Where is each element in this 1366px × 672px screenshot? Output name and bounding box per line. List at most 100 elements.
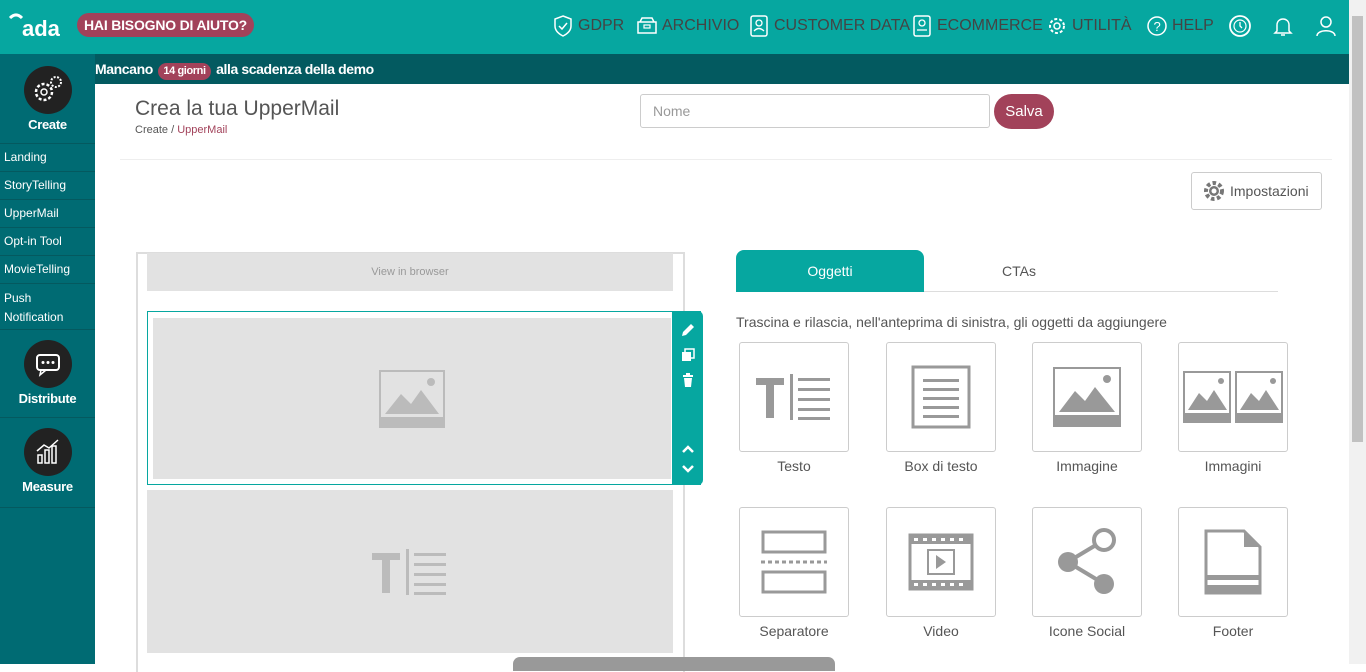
breadcrumb-root[interactable]: Create	[135, 124, 168, 136]
text-icon	[756, 374, 830, 420]
text-block[interactable]	[147, 490, 673, 653]
trash-icon[interactable]	[680, 372, 696, 388]
sidebar-create[interactable]: Create	[0, 54, 95, 143]
bottom-overlay-bar	[513, 657, 835, 671]
settings-label: Impostazioni	[1230, 183, 1309, 199]
sidebar-item-uppermail[interactable]: UpperMail	[0, 199, 95, 227]
sidebar-distribute[interactable]: Distribute	[0, 330, 95, 418]
gear-icon	[1204, 181, 1224, 201]
chat-icon	[35, 354, 60, 377]
video-icon	[908, 533, 974, 591]
object-icone-social[interactable]	[1032, 507, 1142, 617]
nav-help-label: HELP	[1172, 17, 1214, 34]
object-testo[interactable]	[739, 342, 849, 452]
tab-oggetti[interactable]: Oggetti	[736, 250, 924, 292]
nav-ecommerce[interactable]: ECOMMERCE	[911, 14, 1043, 38]
nav-gdpr[interactable]: GDPR	[552, 14, 624, 38]
object-video[interactable]	[886, 507, 996, 617]
object-box-di-testo[interactable]	[886, 342, 996, 452]
ada-logo[interactable]: ada	[8, 10, 70, 42]
move-up-icon[interactable]	[680, 441, 696, 457]
text-box-icon	[911, 365, 971, 429]
panel-tabs: Oggetti CTAs	[736, 250, 1278, 292]
top-bar: ada HAI BISOGNO DI AIUTO? GDPR ARCHIVIO …	[0, 0, 1349, 54]
create-icon-circle	[23, 66, 72, 114]
object-immagine-label: Immagine	[1056, 458, 1118, 474]
customer-data-icon	[750, 15, 768, 37]
images-icon	[1183, 371, 1283, 423]
demo-prefix: Mancano	[95, 61, 153, 77]
user-icon[interactable]	[1314, 14, 1338, 38]
sidebar-item-movietelling[interactable]: MovieTelling	[0, 255, 95, 283]
image-icon	[1053, 367, 1121, 427]
measure-icon-circle	[23, 428, 72, 476]
nav-archivio[interactable]: ARCHIVIO	[636, 14, 739, 38]
text-icon	[372, 548, 446, 595]
image-placeholder	[153, 318, 671, 479]
nav-customer-data[interactable]: CUSTOMER DATA	[748, 14, 910, 38]
ecommerce-icon	[913, 15, 931, 37]
breadcrumb-current: UpperMail	[177, 124, 228, 136]
breadcrumb: Create / UpperMail	[135, 124, 227, 136]
drag-hint: Trascina e rilascia, nell'anteprima di s…	[736, 314, 1167, 330]
object-immagini[interactable]	[1178, 342, 1288, 452]
view-in-browser-block[interactable]: View in browser	[147, 253, 673, 291]
separator-icon	[761, 530, 827, 594]
edit-icon[interactable]	[680, 322, 696, 338]
save-button[interactable]: Salva	[994, 94, 1054, 129]
nav-ecommerce-label: ECOMMERCE	[937, 17, 1043, 34]
header-divider	[120, 159, 1332, 160]
name-input[interactable]	[640, 94, 990, 128]
object-video-label: Video	[923, 623, 959, 639]
object-immagini-label: Immagini	[1204, 458, 1262, 474]
help-icon: ?	[1147, 16, 1167, 36]
breadcrumb-separator: /	[171, 124, 175, 136]
sidebar-item-opt-in-tool[interactable]: Opt-in Tool	[0, 227, 95, 255]
chart-icon	[36, 439, 58, 464]
object-icone-social-label: Icone Social	[1048, 623, 1126, 639]
clock-icon[interactable]	[1228, 14, 1252, 38]
svg-text:?: ?	[1154, 19, 1161, 34]
object-immagine[interactable]	[1032, 342, 1142, 452]
share-icon	[1058, 528, 1116, 594]
sidebar-measure-label: Measure	[22, 479, 73, 494]
object-separatore-label: Separatore	[759, 623, 829, 639]
move-down-icon[interactable]	[680, 461, 696, 477]
sidebar-item-storytelling[interactable]: StoryTelling	[0, 171, 95, 199]
image-block-selected[interactable]	[147, 311, 701, 485]
nav-help[interactable]: ? HELP	[1146, 14, 1214, 38]
nav-gdpr-label: GDPR	[578, 17, 625, 34]
nav-customer-data-label: CUSTOMER DATA	[774, 17, 911, 34]
page-scrollbar[interactable]	[1349, 0, 1366, 664]
settings-button[interactable]: Impostazioni	[1191, 172, 1322, 210]
sidebar-measure[interactable]: Measure	[0, 418, 95, 508]
nav-utilita-label: UTILITÀ	[1072, 17, 1132, 34]
distribute-icon-circle	[23, 340, 72, 388]
gears-icon	[34, 76, 62, 102]
object-footer-label: Footer	[1212, 623, 1254, 639]
sidebar-item-push-notification[interactable]: Push Notification	[0, 283, 95, 330]
sidebar-create-label: Create	[28, 117, 67, 132]
sidebar-distribute-label: Distribute	[18, 391, 77, 406]
days-badge: 14 giorni	[158, 63, 211, 80]
bell-icon[interactable]	[1271, 14, 1295, 38]
gear-icon	[1049, 18, 1065, 34]
sidebar: Create Landing StoryTelling UpperMail Op…	[0, 54, 95, 664]
object-footer[interactable]	[1178, 507, 1288, 617]
sidebar-item-landing[interactable]: Landing	[0, 143, 95, 171]
block-toolbar	[672, 311, 703, 485]
tab-ctas[interactable]: CTAs	[925, 250, 1113, 292]
object-separatore[interactable]	[739, 507, 849, 617]
page-title: Crea la tua UpperMail	[135, 97, 340, 120]
scroll-thumb[interactable]	[1352, 16, 1363, 442]
footer-icon	[1204, 529, 1262, 595]
archive-icon	[637, 17, 657, 34]
object-testo-label: Testo	[777, 458, 811, 474]
shield-check-icon	[554, 15, 572, 37]
help-badge[interactable]: HAI BISOGNO DI AIUTO?	[77, 13, 255, 37]
nav-archivio-label: ARCHIVIO	[662, 17, 740, 34]
push-notification-label: Push Notification	[4, 291, 64, 324]
nav-utilita[interactable]: UTILITÀ	[1046, 14, 1132, 38]
image-icon	[379, 369, 445, 428]
duplicate-icon[interactable]	[680, 347, 696, 363]
